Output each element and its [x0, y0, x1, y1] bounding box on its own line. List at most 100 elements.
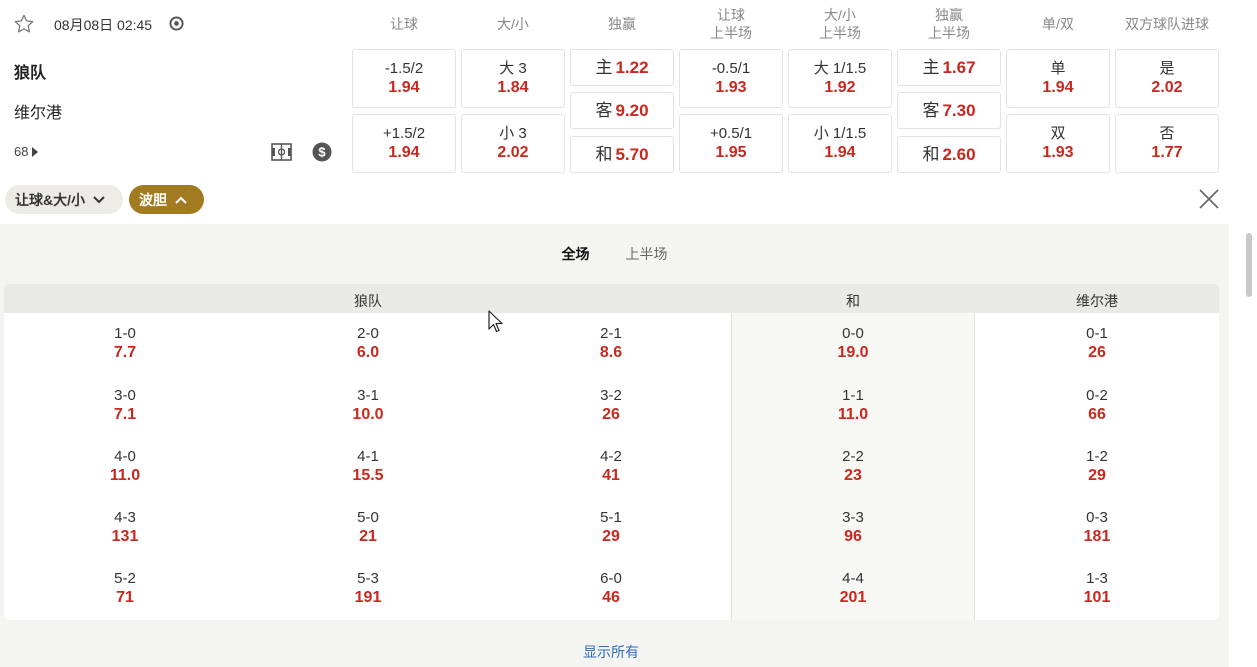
score-label: 5-0: [357, 509, 379, 526]
col-header-over-under: 大/小: [497, 16, 529, 32]
score-price: 26: [1088, 344, 1106, 361]
odd-button-handicap-1h-away[interactable]: +0.5/1 1.95: [679, 114, 783, 173]
correct-score-header: 狼队 和 维尔港: [4, 284, 1219, 313]
correct-score-panel: 全场 上半场 狼队 和 维尔港 1-0 7.7 2-0 6.0 2-1 8.6 0-0 19.…: [0, 224, 1229, 667]
tab-full-time[interactable]: 全场: [562, 244, 590, 264]
score-odd-cell[interactable]: 0-3 181: [1037, 508, 1157, 546]
odd-button-moneyline-1h-home[interactable]: 主 1.67: [897, 49, 1001, 86]
score-price: 7.1: [113, 406, 137, 423]
score-price: 201: [839, 589, 867, 606]
score-odd-cell[interactable]: 1-2 29: [1037, 447, 1157, 485]
score-odd-cell[interactable]: 4-1 15.5: [308, 447, 428, 485]
score-price: 15.5: [352, 467, 384, 484]
score-label: 3-3: [842, 509, 864, 526]
odd-button-under[interactable]: 小 3 2.02: [461, 114, 565, 173]
show-all-link[interactable]: 显示所有: [0, 642, 1222, 662]
score-odd-cell[interactable]: 4-4 201: [793, 569, 913, 607]
cashout-dollar-icon[interactable]: $: [312, 142, 332, 167]
score-label: 2-0: [357, 325, 379, 342]
correct-score-label: 波胆: [139, 191, 167, 208]
score-odd-cell[interactable]: 0-1 26: [1037, 324, 1157, 362]
scrollbar-thumb[interactable]: [1246, 233, 1252, 297]
more-markets-link[interactable]: 68: [14, 144, 39, 159]
score-label: 4-0: [114, 448, 136, 465]
header-draw: 和: [846, 293, 860, 309]
score-odd-cell[interactable]: 4-3 131: [65, 508, 185, 546]
score-label: 5-1: [600, 509, 622, 526]
odd-button-moneyline-1h-away[interactable]: 客 7.30: [897, 92, 1001, 129]
score-odd-cell[interactable]: 4-0 11.0: [65, 447, 185, 485]
score-label: 6-0: [600, 570, 622, 587]
odd-button-moneyline-home[interactable]: 主 1.22: [570, 49, 674, 86]
score-odd-cell[interactable]: 5-0 21: [308, 508, 428, 546]
col-header-over-under-1h: 大/小 上半场: [819, 7, 861, 41]
more-markets-count: 68: [14, 144, 29, 159]
odd-button-over-1h[interactable]: 大 1/1.5 1.92: [788, 49, 892, 108]
correct-score-table: 狼队 和 维尔港 1-0 7.7 2-0 6.0 2-1 8.6 0-0 19.0 0-1 26 3…: [4, 284, 1219, 620]
score-odd-cell[interactable]: 5-3 191: [308, 569, 428, 607]
pitch-stats-icon[interactable]: [271, 142, 292, 167]
score-odd-cell[interactable]: 1-3 101: [1037, 569, 1157, 607]
market-group-label: 让球&大/小: [15, 191, 85, 208]
score-label: 0-3: [1086, 509, 1108, 526]
odd-button-handicap-away[interactable]: +1.5/2 1.94: [352, 114, 456, 173]
away-team-name[interactable]: 维尔港: [14, 99, 62, 123]
score-odd-cell[interactable]: 3-2 26: [551, 386, 671, 424]
home-team-name[interactable]: 狼队: [14, 59, 46, 83]
score-label: 2-2: [842, 448, 864, 465]
svg-text:$: $: [318, 145, 326, 160]
score-price: 71: [116, 589, 134, 606]
score-odd-cell[interactable]: 3-1 10.0: [308, 386, 428, 424]
match-datetime: 08月08日 02:45: [54, 17, 153, 33]
odd-button-odd[interactable]: 单 1.94: [1006, 49, 1110, 108]
score-price: 6.0: [356, 344, 380, 361]
odd-button-btts-yes[interactable]: 是 2.02: [1115, 49, 1219, 108]
score-price: 11.0: [837, 406, 869, 423]
score-odd-cell[interactable]: 3-0 7.1: [65, 386, 185, 424]
odd-button-even[interactable]: 双 1.93: [1006, 114, 1110, 173]
score-odd-cell[interactable]: 5-1 29: [551, 508, 671, 546]
score-odd-cell[interactable]: 2-2 23: [793, 447, 913, 485]
score-odd-cell[interactable]: 6-0 46: [551, 569, 671, 607]
score-price: 41: [602, 467, 620, 484]
score-label: 1-2: [1086, 448, 1108, 465]
odd-button-moneyline-away[interactable]: 客 9.20: [570, 92, 674, 129]
score-odd-cell[interactable]: 1-1 11.0: [793, 386, 913, 424]
correct-score-toggle[interactable]: 波胆: [129, 185, 204, 214]
score-label: 1-1: [842, 387, 864, 404]
score-odd-cell[interactable]: 0-2 66: [1037, 386, 1157, 424]
odd-button-moneyline-1h-draw[interactable]: 和 2.60: [897, 136, 1001, 173]
score-price: 19.0: [837, 344, 869, 361]
market-group-dropdown[interactable]: 让球&大/小: [5, 185, 123, 214]
col-header-handicap: 让球: [390, 16, 418, 32]
score-odd-cell[interactable]: 5-2 71: [65, 569, 185, 607]
score-odd-cell[interactable]: 4-2 41: [551, 447, 671, 485]
score-label: 0-2: [1086, 387, 1108, 404]
odd-button-under-1h[interactable]: 小 1/1.5 1.94: [788, 114, 892, 173]
col-header-moneyline-1h: 独赢 上半场: [928, 7, 970, 41]
col-header-btts: 双方球队进球: [1125, 16, 1209, 32]
odd-button-over[interactable]: 大 3 1.84: [461, 49, 565, 108]
score-odd-cell[interactable]: 2-0 6.0: [308, 324, 428, 362]
col-header-odd-even: 单/双: [1042, 16, 1074, 32]
odd-button-moneyline-draw[interactable]: 和 5.70: [570, 136, 674, 173]
odd-button-btts-no[interactable]: 否 1.77: [1115, 114, 1219, 173]
tab-first-half[interactable]: 上半场: [626, 244, 668, 264]
score-odd-cell[interactable]: 0-0 19.0: [793, 324, 913, 362]
score-price: 26: [602, 406, 620, 423]
score-label: 3-2: [600, 387, 622, 404]
score-label: 0-1: [1086, 325, 1108, 342]
odd-button-handicap-home[interactable]: -1.5/2 1.94: [352, 49, 456, 108]
chevron-up-icon: [175, 196, 187, 204]
score-label: 4-2: [600, 448, 622, 465]
close-icon[interactable]: [1197, 187, 1221, 216]
score-odd-cell[interactable]: 3-3 96: [793, 508, 913, 546]
score-price: 21: [359, 528, 377, 545]
odd-button-handicap-1h-home[interactable]: -0.5/1 1.93: [679, 49, 783, 108]
chevron-down-icon: [93, 195, 105, 203]
score-price: 23: [844, 467, 862, 484]
score-odd-cell[interactable]: 2-1 8.6: [551, 324, 671, 362]
score-label: 3-1: [357, 387, 379, 404]
favorite-star-icon[interactable]: [13, 13, 35, 40]
score-odd-cell[interactable]: 1-0 7.7: [65, 324, 185, 362]
